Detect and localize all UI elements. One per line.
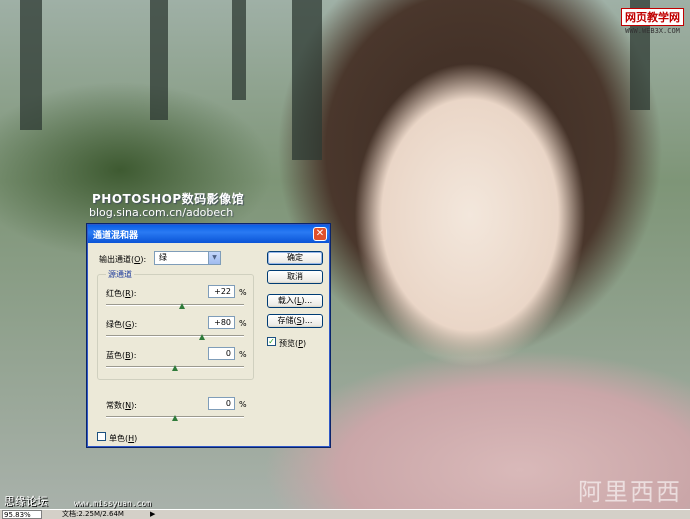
red-slider-thumb[interactable] — [179, 303, 186, 310]
watermark-bottom-left: 思缘论坛 — [4, 495, 48, 508]
channel-mixer-dialog: 通道混和器 ✕ 输出通道(O): 绿 ▼ 源通道 红色(R): +22 % 绿色… — [86, 223, 331, 448]
chevron-down-icon[interactable]: ▼ — [208, 252, 220, 264]
output-channel-value: 绿 — [159, 253, 167, 262]
dialog-title-bar[interactable]: 通道混和器 ✕ — [88, 225, 329, 243]
tree-trunk — [292, 0, 322, 160]
green-slider-track[interactable] — [106, 335, 244, 337]
constant-value-input[interactable]: 0 — [208, 397, 235, 410]
monochrome-label: 单色(H) — [109, 434, 138, 443]
tree-trunk — [150, 0, 168, 120]
constant-label: 常数(N): — [106, 401, 137, 410]
blue-percent-label: % — [239, 350, 247, 359]
source-channels-label: 源通道 — [106, 269, 134, 280]
blue-label: 蓝色(B): — [106, 351, 137, 360]
red-label: 红色(R): — [106, 289, 137, 298]
red-value-input[interactable]: +22 — [208, 285, 235, 298]
save-button[interactable]: 存储(S)... — [267, 314, 323, 328]
green-percent-label: % — [239, 319, 247, 328]
cancel-button[interactable]: 取消 — [267, 270, 323, 284]
output-channel-label: 输出通道(O): — [99, 255, 147, 264]
ok-button[interactable]: 确定 — [267, 251, 323, 265]
green-value-input[interactable]: +80 — [208, 316, 235, 329]
preview-checkbox[interactable]: ✓ — [267, 337, 276, 346]
monochrome-checkbox[interactable] — [97, 432, 106, 441]
blue-value-input[interactable]: 0 — [208, 347, 235, 360]
zoom-field[interactable]: 95.83% — [2, 510, 42, 519]
constant-slider-thumb[interactable] — [171, 415, 179, 422]
watermark-site-name: 网页教学网 — [621, 8, 684, 26]
document-size-info: 文档:2.25M/2.64M — [62, 510, 124, 518]
watermark-top-right: 网页教学网 WWW.WEB3X.COM — [621, 8, 684, 35]
watermark-bottom-right: 阿里西西 — [578, 478, 682, 506]
green-slider-thumb[interactable] — [199, 334, 206, 341]
constant-percent-label: % — [239, 400, 247, 409]
dialog-title: 通道混和器 — [93, 231, 139, 241]
watermark-site-url: WWW.WEB3X.COM — [625, 27, 680, 35]
green-label: 绿色(G): — [106, 320, 138, 329]
preview-label: 预览(P) — [279, 339, 307, 348]
status-bar: 95.83% 文档:2.25M/2.64M ▶ — [0, 509, 690, 519]
red-slider-track[interactable] — [106, 304, 244, 306]
blue-slider-thumb[interactable] — [171, 365, 179, 372]
tree-trunk — [232, 0, 246, 100]
photo-caption-title: PHOTOSHOP数码影像馆 — [92, 192, 245, 206]
red-percent-label: % — [239, 288, 247, 297]
load-button[interactable]: 载入(L)... — [267, 294, 323, 308]
photo-caption-url: blog.sina.com.cn/adobech — [89, 206, 234, 219]
status-menu-arrow-icon[interactable]: ▶ — [150, 510, 155, 519]
output-channel-select[interactable]: 绿 ▼ — [154, 251, 221, 265]
tree-trunk — [20, 0, 42, 130]
close-icon[interactable]: ✕ — [313, 227, 327, 241]
watermark-bottom-url: www.missyuan.com — [74, 499, 152, 508]
